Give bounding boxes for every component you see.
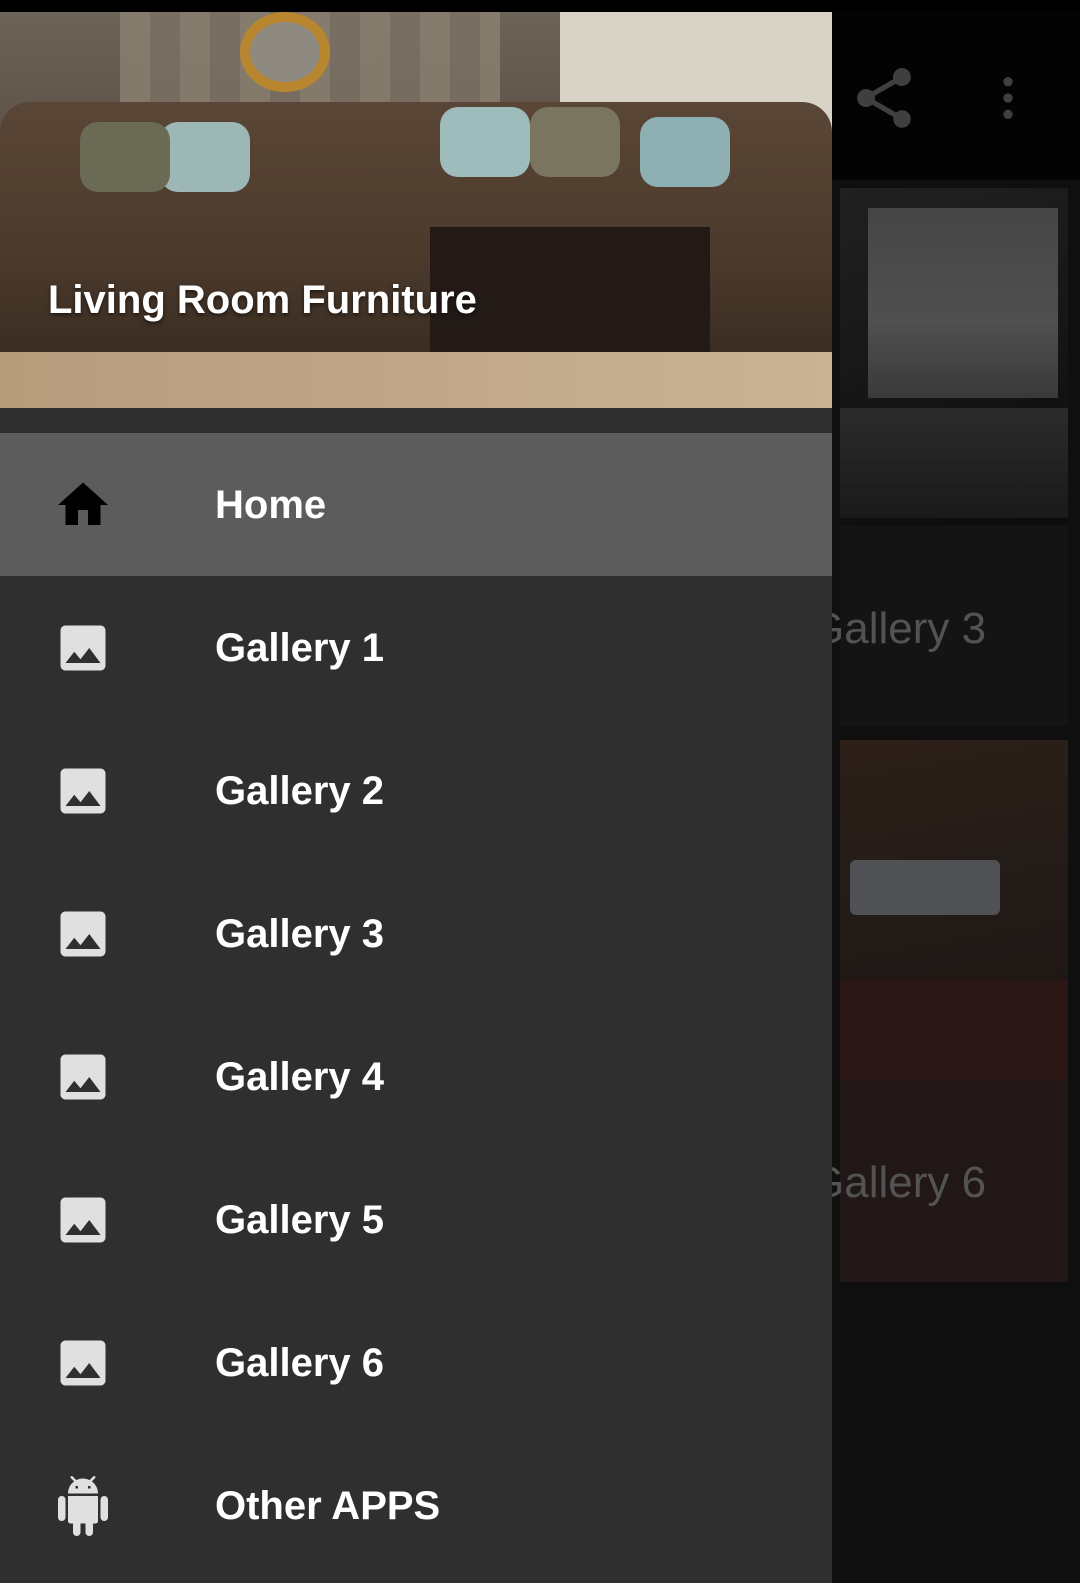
drawer-item-gallery-3[interactable]: Gallery 3 [0,862,832,1005]
more-vert-icon [1003,77,1013,119]
gallery-tile-caption[interactable]: Gallery 3 [810,526,1068,726]
image-icon [60,1197,106,1243]
drawer-menu: Home Gallery 1 Gallery 2 Gallery 3 Galle [0,433,832,1577]
home-icon [58,482,108,525]
android-icon [58,1476,108,1536]
gallery-photo-tile[interactable] [840,740,1068,1080]
drawer-item-label: Gallery 3 [215,912,385,956]
gallery-tile-caption[interactable]: Gallery 6 [810,1080,1068,1282]
drawer-item-gallery-6[interactable]: Gallery 6 [0,1291,832,1434]
image-icon [60,1340,106,1386]
share-button[interactable] [848,62,920,134]
share-icon [857,68,911,128]
drawer-item-gallery-1[interactable]: Gallery 1 [0,576,832,719]
drawer-item-label: Gallery 4 [215,1055,385,1099]
drawer-item-label: Other APPS [215,1484,441,1528]
drawer-item-gallery-5[interactable]: Gallery 5 [0,1148,832,1291]
image-icon [60,1054,106,1100]
gallery-photo-tile[interactable] [840,188,1068,524]
drawer-item-label: Gallery 1 [215,626,385,670]
image-icon [60,768,106,814]
gallery-tile-label: Gallery 6 [810,1158,987,1207]
drawer-item-label: Gallery 5 [215,1198,385,1242]
drawer-item-gallery-2[interactable]: Gallery 2 [0,719,832,862]
more-options-button[interactable] [980,62,1036,134]
drawer-item-label: Gallery 6 [215,1341,385,1385]
drawer-item-gallery-4[interactable]: Gallery 4 [0,1005,832,1148]
drawer-item-other-apps[interactable]: Other APPS [0,1434,832,1577]
drawer-item-label: Home [215,483,327,527]
gallery-tile-label: Gallery 3 [810,604,987,653]
drawer-item-home[interactable]: Home [0,433,832,576]
navigation-drawer: Living Room Furniture Home Gallery 1 Gal… [0,12,832,1583]
drawer-header-image: Living Room Furniture [0,12,832,408]
drawer-header-title: Living Room Furniture [48,278,477,322]
drawer-item-label: Gallery 2 [215,769,385,813]
image-icon [60,625,106,671]
image-icon [60,911,106,957]
status-bar [0,0,1080,12]
